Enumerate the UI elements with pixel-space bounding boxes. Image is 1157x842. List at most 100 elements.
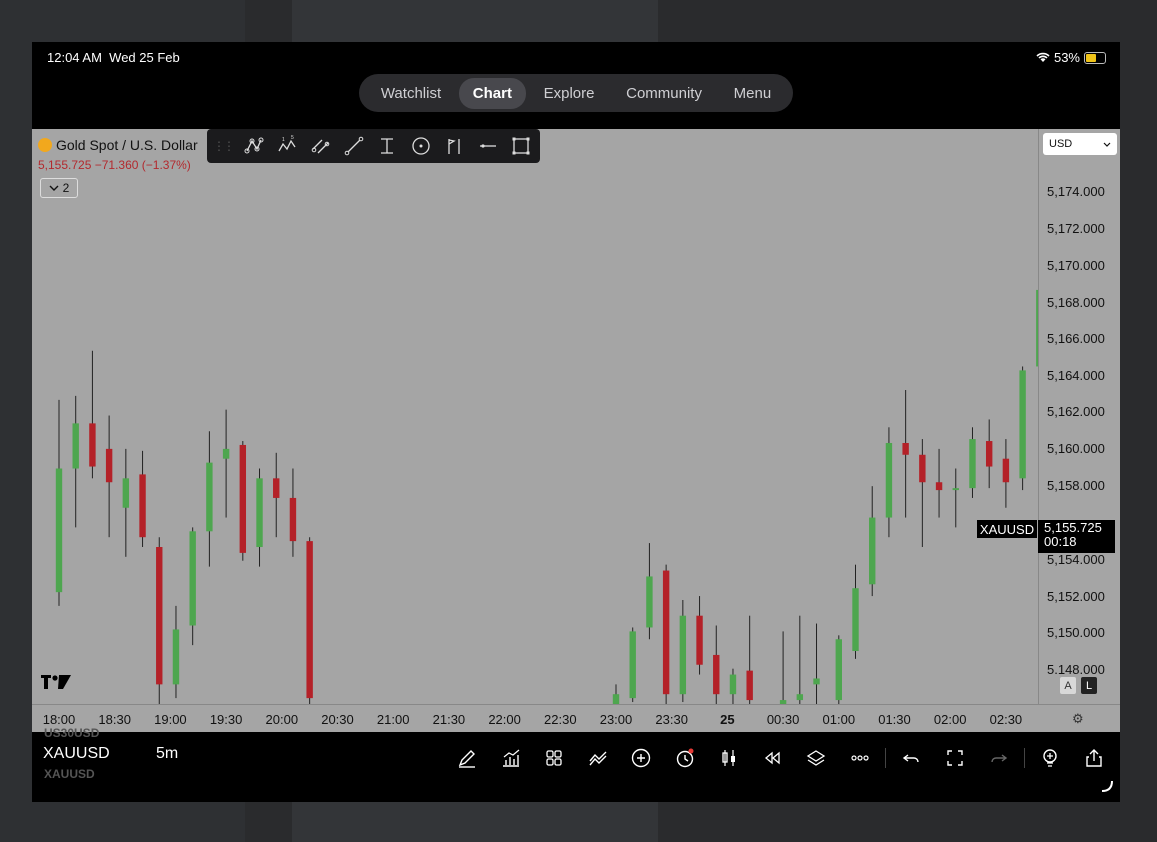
time-axis-label: 01:30 [878, 712, 911, 727]
candle [156, 537, 163, 704]
fullscreen-icon[interactable] [943, 746, 967, 770]
currency-select[interactable]: USD [1043, 133, 1117, 155]
gold-symbol-icon [38, 138, 52, 152]
time-axis-label: 22:00 [488, 712, 521, 727]
text-tool-icon[interactable] [375, 133, 400, 159]
trend-line-icon[interactable] [341, 133, 366, 159]
chart-pane[interactable]: Gold Spot / U.S. Dollar 5,155.725 −71.36… [32, 129, 1038, 704]
elliott-wave-icon[interactable]: 15 [274, 133, 299, 159]
chart-settings-icon[interactable]: ⚙ [1072, 711, 1084, 727]
time-axis-label: 23:00 [599, 712, 633, 727]
undo-icon[interactable] [899, 746, 923, 770]
main-nav: Watchlist Chart Explore Community Menu [359, 74, 793, 112]
pattern-tool-icon[interactable] [241, 133, 266, 159]
candle-body-down [713, 654, 720, 695]
time-axis-label: 20:00 [265, 712, 299, 727]
candle [796, 615, 804, 704]
share-icon[interactable] [1082, 746, 1106, 770]
bar-countdown: 00:18 [1044, 534, 1077, 549]
candle [256, 468, 263, 567]
currency-value: USD [1049, 138, 1073, 150]
templates-grid-icon[interactable] [542, 746, 566, 770]
replay-icon[interactable] [760, 746, 784, 770]
bottom-toolbar: US30USD XAUUSD XAUUSD 5m [32, 726, 1120, 802]
interval-button[interactable]: 5m [156, 745, 178, 763]
auto-scale-button[interactable]: A [1060, 677, 1076, 694]
symbol-header[interactable]: Gold Spot / U.S. Dollar [38, 137, 198, 153]
current-price-tag: 5,155.725 00:18 [1038, 520, 1115, 553]
candle [306, 537, 313, 704]
candlestick-chart[interactable] [32, 129, 1038, 704]
log-scale-button[interactable]: L [1081, 677, 1097, 694]
time-axis-label: 25 [720, 712, 735, 727]
more-options-icon[interactable] [848, 746, 872, 770]
layers-icon[interactable] [804, 746, 828, 770]
candle [952, 468, 959, 528]
price-axis-label: 5,154.000 [1047, 552, 1105, 567]
tab-community[interactable]: Community [612, 78, 716, 109]
candle-body-down [273, 478, 280, 498]
price-scale[interactable]: USD 5,174.000 5,172.000 5,170.000 5,168.000… [1038, 129, 1120, 704]
time-scale[interactable]: 18:00 18:30 19:00 19:30 20:00 20:30 21:00 21:30… [32, 704, 1120, 733]
candle [985, 419, 993, 489]
add-symbol-icon[interactable] [629, 746, 653, 770]
price-axis-label: 5,172.000 [1047, 221, 1105, 236]
tab-watchlist[interactable]: Watchlist [367, 78, 455, 109]
candle-body-down [289, 497, 297, 542]
price-axis-label: 5,166.000 [1047, 331, 1105, 346]
wifi-icon [1036, 52, 1050, 62]
flag-measure-icon[interactable] [442, 133, 467, 159]
symbol-price-tag: XAUUSD [977, 520, 1037, 538]
tradingview-logo-icon [40, 674, 72, 695]
price-axis-label: 5,164.000 [1047, 368, 1105, 383]
indicators-icon[interactable] [499, 746, 523, 770]
candle [713, 625, 720, 704]
parallel-channel-icon[interactable] [308, 133, 333, 159]
alert-clock-icon[interactable] [673, 746, 697, 770]
candle-body-down [156, 547, 163, 685]
candle [885, 427, 893, 538]
candle [55, 399, 63, 606]
candle-body-up [55, 468, 63, 593]
tab-chart[interactable]: Chart [458, 77, 526, 109]
price-axis-label: 5,160.000 [1047, 441, 1105, 456]
idea-bulb-icon[interactable] [1038, 746, 1062, 770]
candle-body-up [1019, 370, 1026, 479]
candle-style-icon[interactable] [717, 746, 741, 770]
candle-body-down [919, 454, 926, 483]
candle-body-up [869, 517, 876, 585]
redo-icon[interactable] [987, 746, 1011, 770]
candle-body-up [969, 439, 976, 489]
candle [206, 431, 213, 567]
horizontal-ray-icon[interactable] [475, 133, 500, 159]
time-axis-label: 02:30 [989, 712, 1023, 727]
rectangle-tool-icon[interactable] [509, 133, 534, 159]
drawing-tools-icon[interactable] [455, 746, 479, 770]
tab-menu[interactable]: Menu [720, 78, 786, 109]
candle [935, 448, 943, 518]
svg-text:5: 5 [291, 135, 294, 141]
circle-tool-icon[interactable] [408, 133, 433, 159]
candle-body-up [256, 478, 263, 548]
candle-body-down [1002, 458, 1010, 483]
candle-body-up [885, 442, 893, 518]
candle-body-up [813, 678, 820, 685]
collapse-indicators-button[interactable]: 2 [40, 178, 78, 198]
compare-icon[interactable] [586, 746, 610, 770]
candle-body-down [306, 541, 313, 699]
time-axis-label: 00:30 [766, 712, 800, 727]
tab-explore[interactable]: Explore [530, 78, 609, 109]
drag-handle-icon[interactable]: ⋮⋮ [213, 139, 235, 153]
candle [612, 684, 620, 704]
symbol-search-button[interactable]: XAUUSD [43, 745, 110, 763]
candle-body-up [796, 694, 804, 701]
candle [289, 468, 297, 557]
price-axis-label: 5,174.000 [1047, 184, 1105, 199]
candle [869, 486, 876, 597]
candle [189, 527, 196, 646]
status-date: Wed 25 Feb [109, 50, 180, 65]
candle [919, 439, 926, 548]
time-axis-label: 21:30 [432, 712, 466, 727]
current-price: 5,155.725 [1044, 520, 1102, 535]
candle [1019, 366, 1026, 491]
